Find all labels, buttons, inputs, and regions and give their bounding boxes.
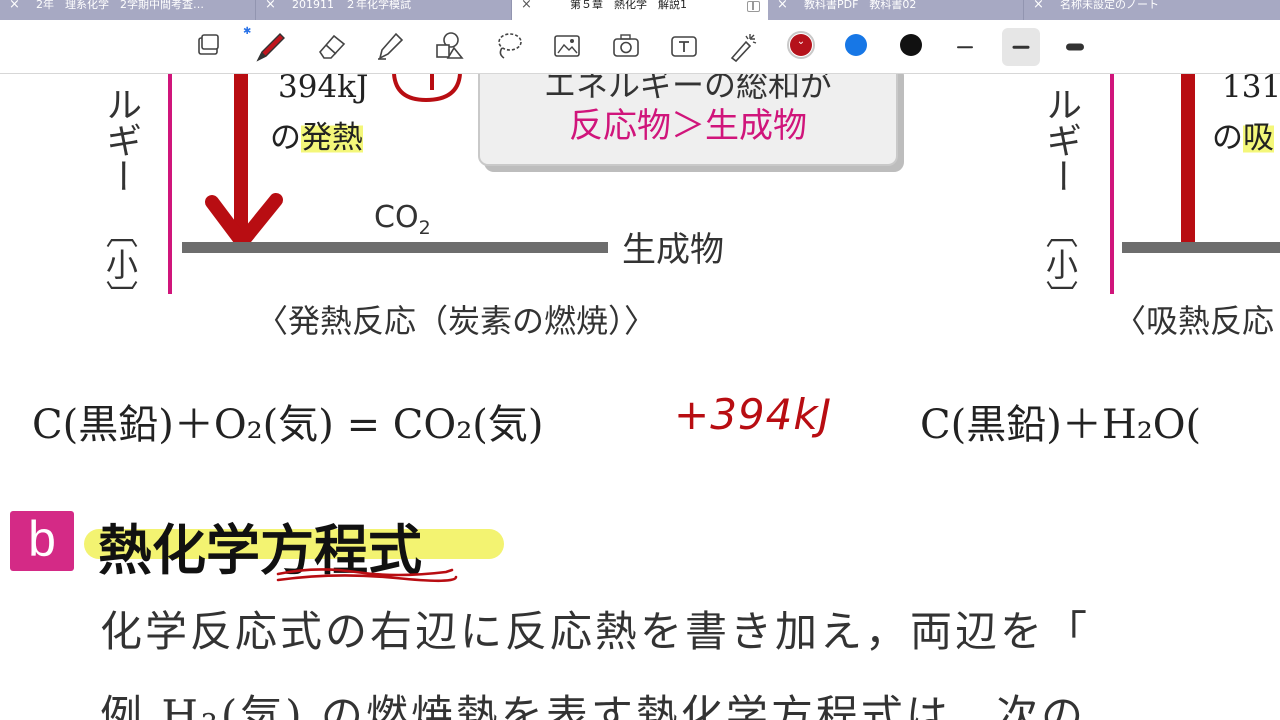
heat-prefix: の [270, 120, 301, 156]
highlighter-icon[interactable] [372, 28, 406, 64]
bluetooth-icon: ✱ [243, 26, 252, 37]
stroke-thick-bar [1066, 43, 1084, 51]
tab-label: 名称未設定のノート [1060, 0, 1159, 11]
stroke-thin-option[interactable] [946, 28, 984, 66]
camera-icon[interactable] [609, 28, 643, 64]
body-line-1: 化学反応式の右辺に反応熱を書き加え，両辺を「 [100, 607, 1091, 656]
formula-subscript: 2 [418, 217, 431, 239]
lasso-icon[interactable] [492, 28, 526, 64]
chevron-down-icon: ⌄ [796, 36, 806, 47]
stroke-thick-option[interactable] [1056, 28, 1094, 66]
split-view-icon[interactable] [747, 1, 760, 12]
product-energy-level [182, 242, 608, 253]
product-label: 生成物 [622, 230, 724, 270]
tab-label: 201911 ２年化学模試 [292, 0, 411, 11]
heat-type-label-right: の吸 [1212, 112, 1274, 157]
energy-axis-line-right [1110, 74, 1114, 294]
color-black-swatch[interactable] [900, 34, 922, 56]
tab-close-button[interactable]: × [777, 0, 788, 12]
energy-axis-line [168, 74, 172, 294]
stroke-medium-option[interactable] [1002, 28, 1040, 66]
product-formula: CO2 [374, 200, 431, 239]
heat-amount-right: 131 [1222, 74, 1280, 105]
tab-untitled-note[interactable]: × 名称未設定のノート [1024, 0, 1280, 20]
tab-thermochemistry[interactable]: × 第５章 熱化学 解説1 [512, 0, 768, 20]
document-page[interactable]: ルギー 〔小〕 394kJ の発熱 エネルギーの総和が 反応物＞生成物 CO2 … [0, 74, 1280, 720]
handwritten-arrow-up-icon [1181, 74, 1195, 249]
image-icon[interactable] [550, 28, 584, 64]
color-red-swatch[interactable]: ⌄ [790, 34, 812, 56]
product-energy-level-right [1122, 242, 1280, 253]
tab-close-button[interactable]: × [9, 0, 20, 12]
section-badge: b [10, 511, 74, 571]
tab-mock-exam[interactable]: × 201911 ２年化学模試 [256, 0, 512, 20]
heat-prefix-right: の [1212, 120, 1243, 156]
handwritten-underline-icon [276, 568, 458, 583]
stroke-medium-bar [1012, 45, 1030, 49]
handwritten-heat-term: +394kJ [674, 390, 833, 439]
pen-icon[interactable] [252, 28, 286, 64]
tab-chemistry-exam[interactable]: × 2年 理系化学 2学期中間考査… [0, 0, 256, 20]
heat-amount: 394kJ [278, 74, 369, 105]
heat-word-highlighted: 発熱 [301, 120, 363, 156]
thermochemical-equation-right: C(黒鉛)＋H₂O( [920, 402, 1202, 448]
heat-type-label: の発熱 [270, 112, 363, 157]
small-label: 〔小〕 [101, 216, 139, 312]
tab-label: 教科書PDF 教科書02 [804, 0, 917, 11]
stroke-thin-bar [957, 46, 973, 48]
heat-word-right: 吸 [1243, 120, 1274, 156]
body-line-2: 例 H₂(気) の燃焼熱を表す熱化学方程式は，次の [100, 691, 1086, 720]
co-formula: CO [374, 200, 419, 235]
energy-axis-label: ルギー [100, 86, 141, 194]
tab-close-button[interactable]: × [521, 0, 532, 12]
tab-textbook-pdf[interactable]: × 教科書PDF 教科書02 [768, 0, 1024, 20]
color-blue-swatch[interactable] [845, 34, 867, 56]
laser-pointer-icon[interactable] [726, 28, 760, 64]
tab-label: 2年 理系化学 2学期中間考査… [36, 0, 204, 11]
callout-line-2: 反応物＞生成物 [569, 106, 807, 146]
tab-close-button[interactable]: × [1033, 0, 1044, 12]
toolbar: ✱ ⌄ [0, 20, 1280, 74]
thermochemical-equation-left: C(黒鉛)＋O₂(気) = CO₂(気) [32, 402, 544, 448]
page-icon[interactable] [192, 28, 226, 64]
small-label-right: 〔小〕 [1041, 216, 1079, 312]
eraser-icon[interactable] [314, 28, 348, 64]
diagram-caption: 〈発熱反応（炭素の燃焼）〉 [256, 302, 657, 340]
tab-close-button[interactable]: × [265, 0, 276, 12]
diagram-caption-right: 〈吸熱反応 [1114, 302, 1275, 340]
energy-comparison-callout: エネルギーの総和が 反応物＞生成物 [478, 74, 898, 166]
tab-bar: × 2年 理系化学 2学期中間考査… × 201911 ２年化学模試 × 第５章… [0, 0, 1280, 20]
shapes-icon[interactable] [432, 28, 466, 64]
energy-axis-label-right: ルギー [1040, 86, 1081, 194]
text-icon[interactable] [667, 28, 701, 64]
tab-label: 第５章 熱化学 解説1 [570, 0, 687, 11]
handwritten-circle-icon [392, 74, 462, 103]
